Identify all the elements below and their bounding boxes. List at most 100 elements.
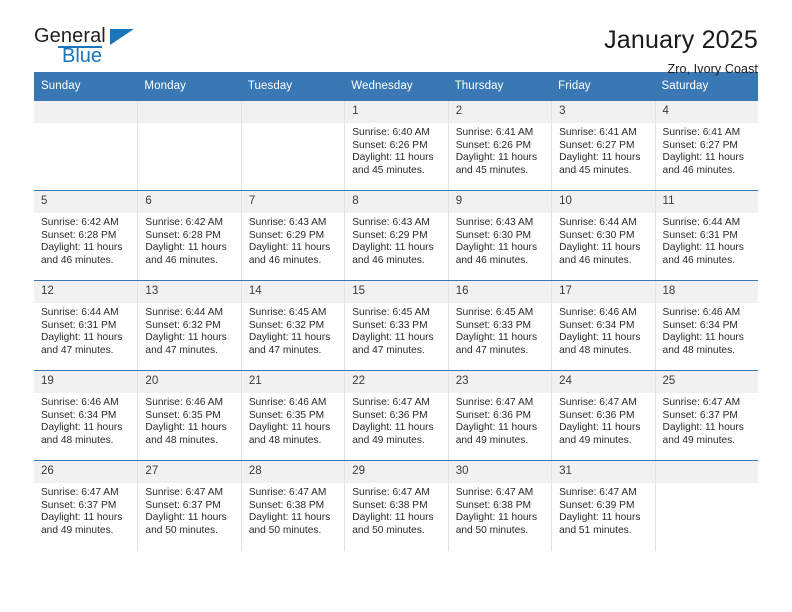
day-details: Sunrise: 6:47 AM Sunset: 6:38 PM Daylight:… — [242, 483, 344, 537]
sunset-time: Sunset: 6:26 PM — [455, 139, 532, 151]
daylight-duration-line2: and 47 minutes. — [455, 344, 529, 356]
calendar-day-cell[interactable]: 14 Sunrise: 6:45 AM Sunset: 6:32 PM Dayligh… — [240, 280, 345, 371]
daylight-duration-line1: Daylight: 11 hours — [352, 332, 434, 344]
calendar-day-cell-empty — [654, 460, 758, 551]
daylight-duration-line1: Daylight: 11 hours — [248, 242, 331, 254]
day-details: Sunrise: 6:47 AM Sunset: 6:38 PM Daylight:… — [449, 483, 551, 537]
calendar-day-cell[interactable]: 21 Sunrise: 6:46 AM Sunset: 6:35 PM Dayligh… — [240, 370, 345, 461]
calendar-day-cell[interactable]: 26 Sunrise: 6:47 AM Sunset: 6:37 PM Dayligh… — [34, 460, 138, 551]
calendar-day-cell[interactable]: 15 Sunrise: 6:45 AM Sunset: 6:33 PM Dayligh… — [344, 280, 448, 371]
day-number: 23 — [448, 371, 552, 393]
calendar-day-cell[interactable]: 23 Sunrise: 6:47 AM Sunset: 6:36 PM Dayligh… — [447, 370, 552, 461]
logo-triangle-icon — [110, 29, 134, 45]
sunrise-time: Sunrise: 6:43 AM — [352, 217, 430, 228]
day-number — [34, 101, 138, 123]
sunrise-time: Sunrise: 6:47 AM — [41, 487, 119, 498]
sunset-time: Sunset: 6:35 PM — [248, 409, 325, 421]
weekday-header-saturday: Saturday — [654, 72, 758, 101]
sunset-time: Sunset: 6:34 PM — [559, 319, 635, 331]
calendar-day-cell[interactable]: 20 Sunrise: 6:46 AM Sunset: 6:35 PM Dayligh… — [137, 370, 241, 461]
calendar-day-cell[interactable]: 24 Sunrise: 6:47 AM Sunset: 6:36 PM Dayligh… — [551, 370, 655, 461]
day-details: Sunrise: 6:43 AM Sunset: 6:29 PM Daylight:… — [345, 213, 447, 267]
daylight-duration-line2: and 46 minutes. — [145, 254, 218, 266]
calendar-day-cell[interactable]: 8 Sunrise: 6:43 AM Sunset: 6:29 PM Daylight… — [344, 190, 448, 281]
day-number: 3 — [552, 101, 655, 123]
day-details: Sunrise: 6:46 AM Sunset: 6:34 PM Daylight:… — [552, 303, 654, 357]
day-details: Sunrise: 6:47 AM Sunset: 6:37 PM Daylight:… — [656, 393, 758, 447]
day-details: Sunrise: 6:47 AM Sunset: 6:38 PM Daylight:… — [345, 483, 447, 537]
day-details: Sunrise: 6:46 AM Sunset: 6:34 PM Daylight:… — [656, 303, 758, 357]
calendar-day-cell[interactable]: 11 Sunrise: 6:44 AM Sunset: 6:31 PM Dayligh… — [654, 190, 758, 281]
calendar-day-cell[interactable]: 9 Sunrise: 6:43 AM Sunset: 6:30 PM Daylight… — [447, 190, 552, 281]
calendar-day-cell[interactable]: 31 Sunrise: 6:47 AM Sunset: 6:39 PM Dayligh… — [551, 460, 655, 551]
daylight-duration-line2: and 48 minutes. — [559, 344, 632, 356]
daylight-duration-line1: Daylight: 11 hours — [662, 332, 744, 344]
daylight-duration-line1: Daylight: 11 hours — [559, 332, 641, 344]
calendar-day-cell[interactable]: 4 Sunrise: 6:41 AM Sunset: 6:27 PM Daylight… — [654, 100, 758, 191]
calendar-day-cell[interactable]: 17 Sunrise: 6:46 AM Sunset: 6:34 PM Dayligh… — [551, 280, 655, 371]
calendar-day-cell[interactable]: 22 Sunrise: 6:47 AM Sunset: 6:36 PM Dayligh… — [344, 370, 448, 461]
daylight-duration-line1: Daylight: 11 hours — [145, 242, 227, 254]
daylight-duration-line2: and 46 minutes. — [662, 254, 736, 266]
day-number: 25 — [655, 371, 758, 393]
sunrise-time: Sunrise: 6:47 AM — [559, 487, 637, 498]
day-details: Sunrise: 6:47 AM Sunset: 6:37 PM Daylight:… — [138, 483, 240, 537]
day-details: Sunrise: 6:45 AM Sunset: 6:32 PM Daylight:… — [242, 303, 344, 357]
daylight-duration-line1: Daylight: 11 hours — [559, 152, 641, 164]
day-cell-inner: 1 Sunrise: 6:40 AM Sunset: 6:26 PM Daylight… — [344, 101, 448, 190]
day-details: Sunrise: 6:41 AM Sunset: 6:27 PM Daylight:… — [552, 123, 654, 177]
daylight-duration-line1: Daylight: 11 hours — [662, 242, 744, 254]
general-blue-logo[interactable]: General Blue — [34, 26, 144, 72]
calendar-day-cell[interactable]: 27 Sunrise: 6:47 AM Sunset: 6:37 PM Dayligh… — [137, 460, 241, 551]
sunset-time: Sunset: 6:31 PM — [41, 319, 117, 331]
sunrise-time: Sunrise: 6:44 AM — [559, 217, 637, 228]
day-number: 17 — [552, 281, 655, 303]
day-cell-inner: 8 Sunrise: 6:43 AM Sunset: 6:29 PM Daylight… — [344, 191, 448, 280]
daylight-duration-line1: Daylight: 11 hours — [559, 422, 641, 434]
sunrise-time: Sunrise: 6:41 AM — [455, 127, 534, 138]
sunrise-time: Sunrise: 6:46 AM — [145, 397, 224, 408]
calendar-day-cell[interactable]: 10 Sunrise: 6:44 AM Sunset: 6:30 PM Dayligh… — [551, 190, 655, 281]
calendar-day-cell[interactable]: 3 Sunrise: 6:41 AM Sunset: 6:27 PM Daylight… — [551, 100, 655, 191]
calendar-day-cell[interactable]: 7 Sunrise: 6:43 AM Sunset: 6:29 PM Daylight… — [240, 190, 345, 281]
daylight-duration-line1: Daylight: 11 hours — [455, 152, 538, 164]
calendar-day-cell[interactable]: 25 Sunrise: 6:47 AM Sunset: 6:37 PM Dayligh… — [654, 370, 758, 461]
calendar-day-cell[interactable]: 30 Sunrise: 6:47 AM Sunset: 6:38 PM Dayligh… — [447, 460, 552, 551]
daylight-duration-line1: Daylight: 11 hours — [559, 242, 641, 254]
day-cell-inner: 19 Sunrise: 6:46 AM Sunset: 6:34 PM Dayligh… — [34, 371, 138, 460]
day-number: 19 — [34, 371, 138, 393]
day-number: 11 — [655, 191, 758, 213]
calendar-day-cell[interactable]: 2 Sunrise: 6:41 AM Sunset: 6:26 PM Daylight… — [447, 100, 552, 191]
day-number: 13 — [138, 281, 241, 303]
calendar-day-cell[interactable]: 12 Sunrise: 6:44 AM Sunset: 6:31 PM Dayligh… — [34, 280, 138, 371]
calendar-day-cell[interactable]: 18 Sunrise: 6:46 AM Sunset: 6:34 PM Dayligh… — [654, 280, 758, 371]
day-cell-inner: 17 Sunrise: 6:46 AM Sunset: 6:34 PM Dayligh… — [551, 281, 655, 370]
calendar-day-cell[interactable]: 6 Sunrise: 6:42 AM Sunset: 6:28 PM Daylight… — [137, 190, 241, 281]
daylight-duration-line2: and 47 minutes. — [145, 344, 218, 356]
sunset-time: Sunset: 6:37 PM — [145, 499, 221, 511]
daylight-duration-line2: and 45 minutes. — [352, 164, 425, 176]
sunset-time: Sunset: 6:38 PM — [352, 499, 428, 511]
day-cell-inner: 27 Sunrise: 6:47 AM Sunset: 6:37 PM Dayligh… — [137, 461, 241, 551]
daylight-duration-line1: Daylight: 11 hours — [352, 152, 434, 164]
sunrise-time: Sunrise: 6:44 AM — [41, 307, 119, 318]
calendar-day-cell[interactable]: 28 Sunrise: 6:47 AM Sunset: 6:38 PM Dayligh… — [240, 460, 345, 551]
page-title: January 2025 — [604, 26, 758, 54]
day-number — [138, 101, 241, 123]
day-cell-inner — [34, 101, 138, 190]
day-number: 15 — [345, 281, 448, 303]
daylight-duration-line2: and 48 minutes. — [248, 434, 322, 446]
day-number: 31 — [552, 461, 655, 483]
calendar-day-cell[interactable]: 1 Sunrise: 6:40 AM Sunset: 6:26 PM Daylight… — [344, 100, 448, 191]
daylight-duration-line1: Daylight: 11 hours — [248, 422, 331, 434]
calendar-day-cell[interactable]: 16 Sunrise: 6:45 AM Sunset: 6:33 PM Dayligh… — [447, 280, 552, 371]
calendar-day-cell[interactable]: 19 Sunrise: 6:46 AM Sunset: 6:34 PM Dayligh… — [34, 370, 138, 461]
sunrise-time: Sunrise: 6:45 AM — [352, 307, 430, 318]
calendar-day-cell[interactable]: 29 Sunrise: 6:47 AM Sunset: 6:38 PM Dayligh… — [344, 460, 448, 551]
day-details: Sunrise: 6:44 AM Sunset: 6:30 PM Daylight:… — [552, 213, 654, 267]
day-details: Sunrise: 6:43 AM Sunset: 6:29 PM Daylight:… — [242, 213, 344, 267]
calendar-day-cell[interactable]: 13 Sunrise: 6:44 AM Sunset: 6:32 PM Dayligh… — [137, 280, 241, 371]
day-cell-inner — [654, 461, 758, 551]
calendar-day-cell[interactable]: 5 Sunrise: 6:42 AM Sunset: 6:28 PM Daylight… — [34, 190, 138, 281]
daylight-duration-line1: Daylight: 11 hours — [145, 332, 227, 344]
